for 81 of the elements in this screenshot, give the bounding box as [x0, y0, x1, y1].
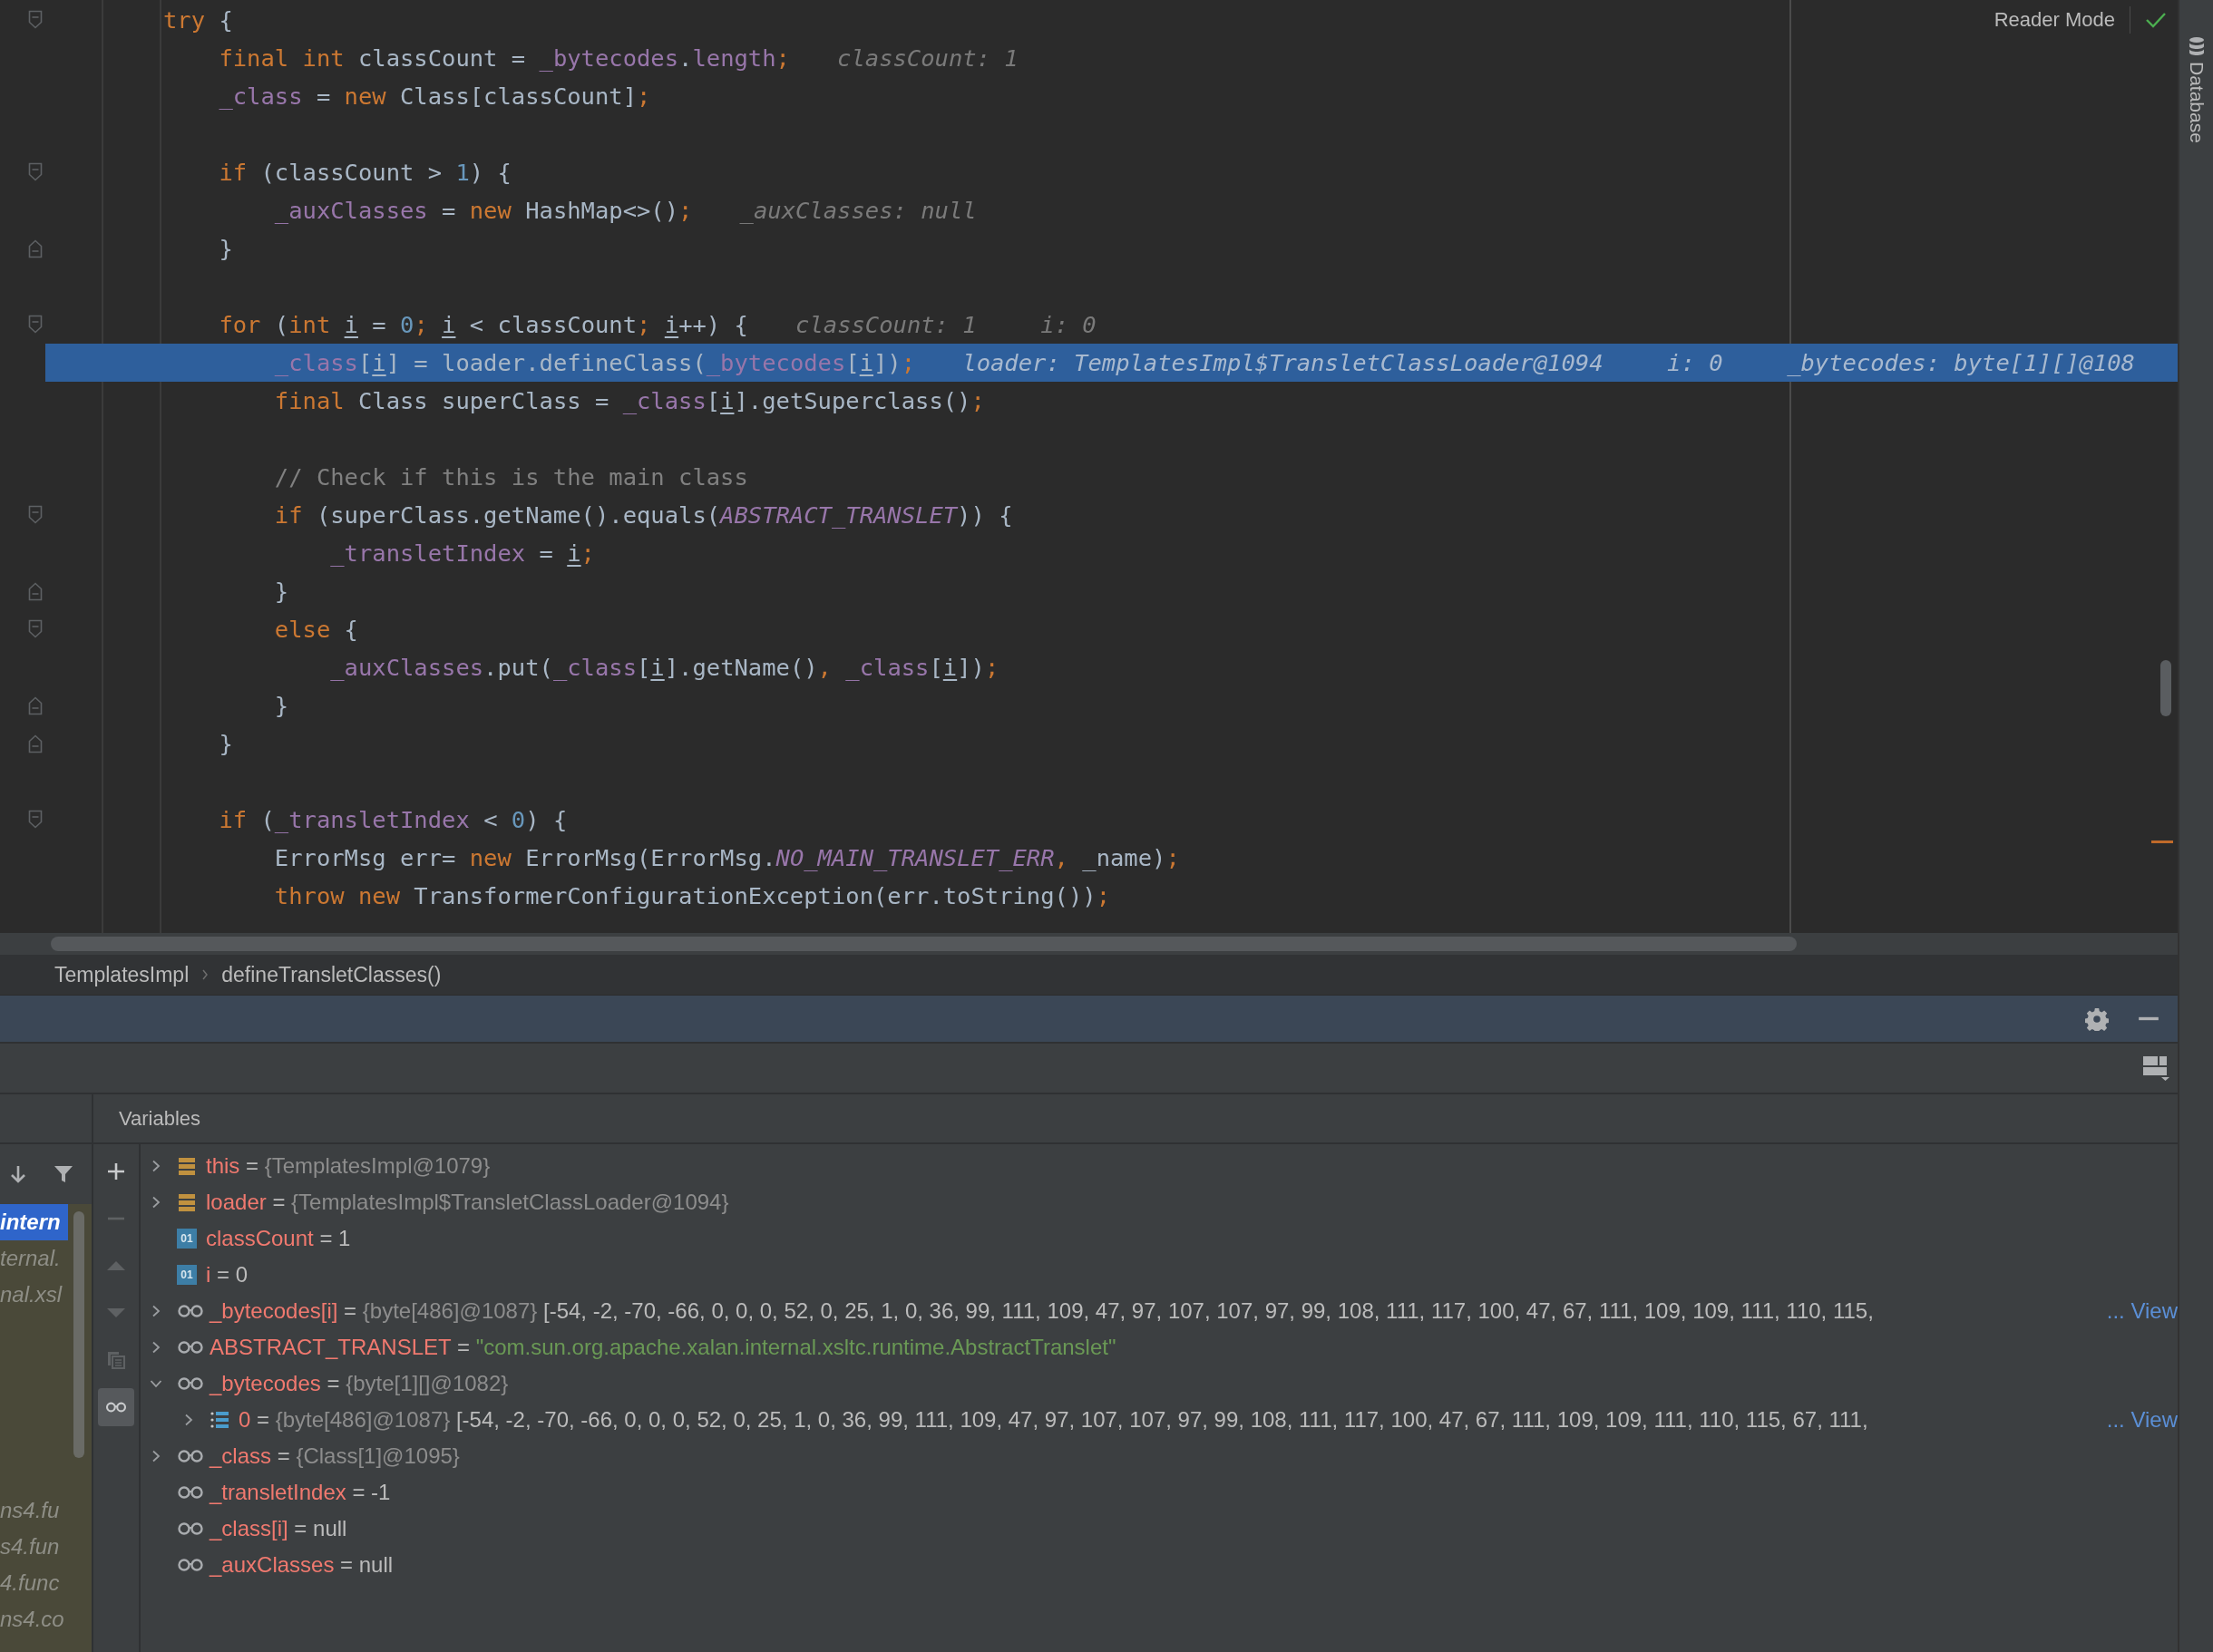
- code-line: }: [273, 692, 289, 719]
- field-icon: [177, 1156, 197, 1176]
- toggle-button[interactable]: [98, 1388, 134, 1426]
- filter-icon[interactable]: [53, 1163, 74, 1185]
- glasses-icon: [177, 1558, 204, 1572]
- code-line: try {: [163, 6, 233, 34]
- inline-value-hint: classCount: 1: [837, 44, 1019, 72]
- reader-mode-link[interactable]: Reader Mode: [1994, 8, 2115, 32]
- glasses-icon: [177, 1340, 204, 1355]
- code-line: // Check if this is the main class: [273, 463, 748, 491]
- variable-entry[interactable]: _bytecodes = {byte[1][]@1082}: [210, 1371, 509, 1396]
- inline-value-hint: i: 0: [1040, 311, 1097, 338]
- code-line: if (_transletIndex < 0) {: [218, 806, 568, 833]
- variable-entry[interactable]: _auxClasses = null: [210, 1552, 394, 1578]
- fold-icon[interactable]: [28, 238, 43, 258]
- variable-entry[interactable]: loader = {TemplatesImpl$TransletClassLoader@1094}: [206, 1190, 729, 1215]
- database-tool-button[interactable]: Database: [2179, 0, 2213, 143]
- code-line: _class = new Class[classCount];: [218, 83, 651, 110]
- code-line: final int classCount = _bytecodes.length;: [218, 44, 790, 72]
- fold-icon[interactable]: [28, 810, 43, 830]
- code-line: }: [273, 578, 289, 605]
- field-icon: [177, 1192, 197, 1212]
- glasses-icon: [177, 1521, 204, 1536]
- layout-icon[interactable]: [2141, 1054, 2170, 1082]
- primitive-type-icon: 01: [177, 1265, 197, 1285]
- variable-entry[interactable]: i = 0: [206, 1262, 249, 1288]
- fold-icon[interactable]: [28, 734, 43, 753]
- scrollbar-thumb[interactable]: [73, 1211, 84, 1458]
- primitive-type-icon: 01: [177, 1229, 197, 1249]
- variable-entry[interactable]: this = {TemplatesImpl@1079}: [206, 1153, 491, 1179]
- code-line: _auxClasses = new HashMap<>();: [273, 197, 693, 224]
- code-line: if (superClass.getName().equals(ABSTRACT_TRANSLET)) {: [273, 501, 1013, 529]
- code-line: if (classCount > 1) {: [218, 159, 512, 186]
- inline-value-hint: _auxClasses: null: [739, 197, 977, 224]
- code-line: _transletIndex = i;: [329, 539, 595, 567]
- panel-title: Variables: [119, 1106, 201, 1131]
- fold-icon[interactable]: [28, 619, 43, 639]
- variable-entry[interactable]: classCount = 1: [206, 1226, 351, 1251]
- glasses-icon: [177, 1449, 204, 1463]
- code-line: throw new TransformerConfigurationException(err.toString());: [273, 882, 1110, 909]
- check-icon[interactable]: [2145, 11, 2167, 29]
- glasses-icon: [177, 1485, 204, 1500]
- inline-value-hint: loader: TemplatesImpl$TransletClassLoader@1094: [962, 349, 1604, 376]
- inline-value-hint: classCount: 1: [795, 311, 977, 338]
- code-line: _class[i] = loader.defineClass(_bytecodes[i]);: [273, 349, 916, 376]
- database-icon: [2187, 36, 2206, 56]
- fold-icon[interactable]: [28, 695, 43, 715]
- code-line: ErrorMsg err= new ErrorMsg(ErrorMsg.NO_MAIN_TRANSLET_ERR, _name);: [273, 844, 1180, 871]
- inline-value-hint: i: 0: [1667, 349, 1723, 376]
- variable-entry[interactable]: _class = {Class[1]@1095}: [210, 1443, 460, 1469]
- frame-item[interactable]: intern: [0, 1204, 68, 1240]
- settings-icon[interactable]: [2085, 1006, 2109, 1031]
- code-line: }: [218, 235, 233, 262]
- list-icon: [210, 1410, 229, 1430]
- variable-entry[interactable]: _class[i] = null: [210, 1516, 347, 1541]
- variable-entry[interactable]: ABSTRACT_TRANSLET = "com.sun.org.apache.xalan.internal.xsltc.runtime.AbstractTranslet": [210, 1335, 1116, 1360]
- inline-value-hint: _bytecodes: byte[1][]@108: [1787, 349, 2135, 376]
- fold-icon[interactable]: [28, 581, 43, 601]
- fold-icon[interactable]: [28, 162, 43, 182]
- scrollbar-thumb[interactable]: [51, 937, 1797, 951]
- variable-entry[interactable]: 0 = {byte[486]@1087} [-54, -2, -70, -66, 0, 0, 0, 52, 0, 25, 1, 0, 36, 99, 111, 109, 47, 97, 107, 107, 97, 99, 108, 111, 117, 100, 47, 67, 111, 109, 109, 111, 110, 115, 67, 111,: [239, 1407, 1868, 1433]
- code-line: final Class superClass = _class[i].getSuperclass();: [273, 387, 985, 414]
- code-line: _auxClasses.put(_class[i].getName(), _class[i]);: [329, 654, 999, 681]
- fold-icon[interactable]: [28, 10, 43, 30]
- minimize-icon[interactable]: [2138, 1016, 2159, 1021]
- glasses-icon: [177, 1304, 204, 1318]
- variable-entry[interactable]: _bytecodes[i] = {byte[486]@1087} [-54, -2, -70, -66, 0, 0, 0, 52, 0, 25, 1, 0, 36, 99, 111, 109, 47, 97, 107, 107, 97, 99, 108, 111, 117, 100, 47, 67, 111, 109, 109, 111, 110, 115,: [210, 1298, 1874, 1324]
- breadcrumb-item[interactable]: TemplatesImpl: [54, 962, 190, 987]
- view-link[interactable]: ... View: [2101, 1407, 2178, 1433]
- fold-icon[interactable]: [28, 505, 43, 525]
- variable-entry[interactable]: _transletIndex = -1: [210, 1480, 391, 1505]
- chevron-icon: [201, 968, 210, 981]
- view-link[interactable]: ... View: [2101, 1298, 2178, 1324]
- code-line: }: [218, 730, 233, 757]
- breadcrumb-item[interactable]: defineTransletClasses(): [221, 962, 442, 987]
- code-line: for (int i = 0; i < classCount; i++) {: [218, 311, 748, 338]
- scrollbar-thumb[interactable]: [2160, 660, 2171, 716]
- plus-icon[interactable]: [105, 1161, 127, 1182]
- fold-icon[interactable]: [28, 315, 43, 335]
- code-line: else {: [273, 616, 358, 643]
- glasses-icon: [177, 1376, 204, 1391]
